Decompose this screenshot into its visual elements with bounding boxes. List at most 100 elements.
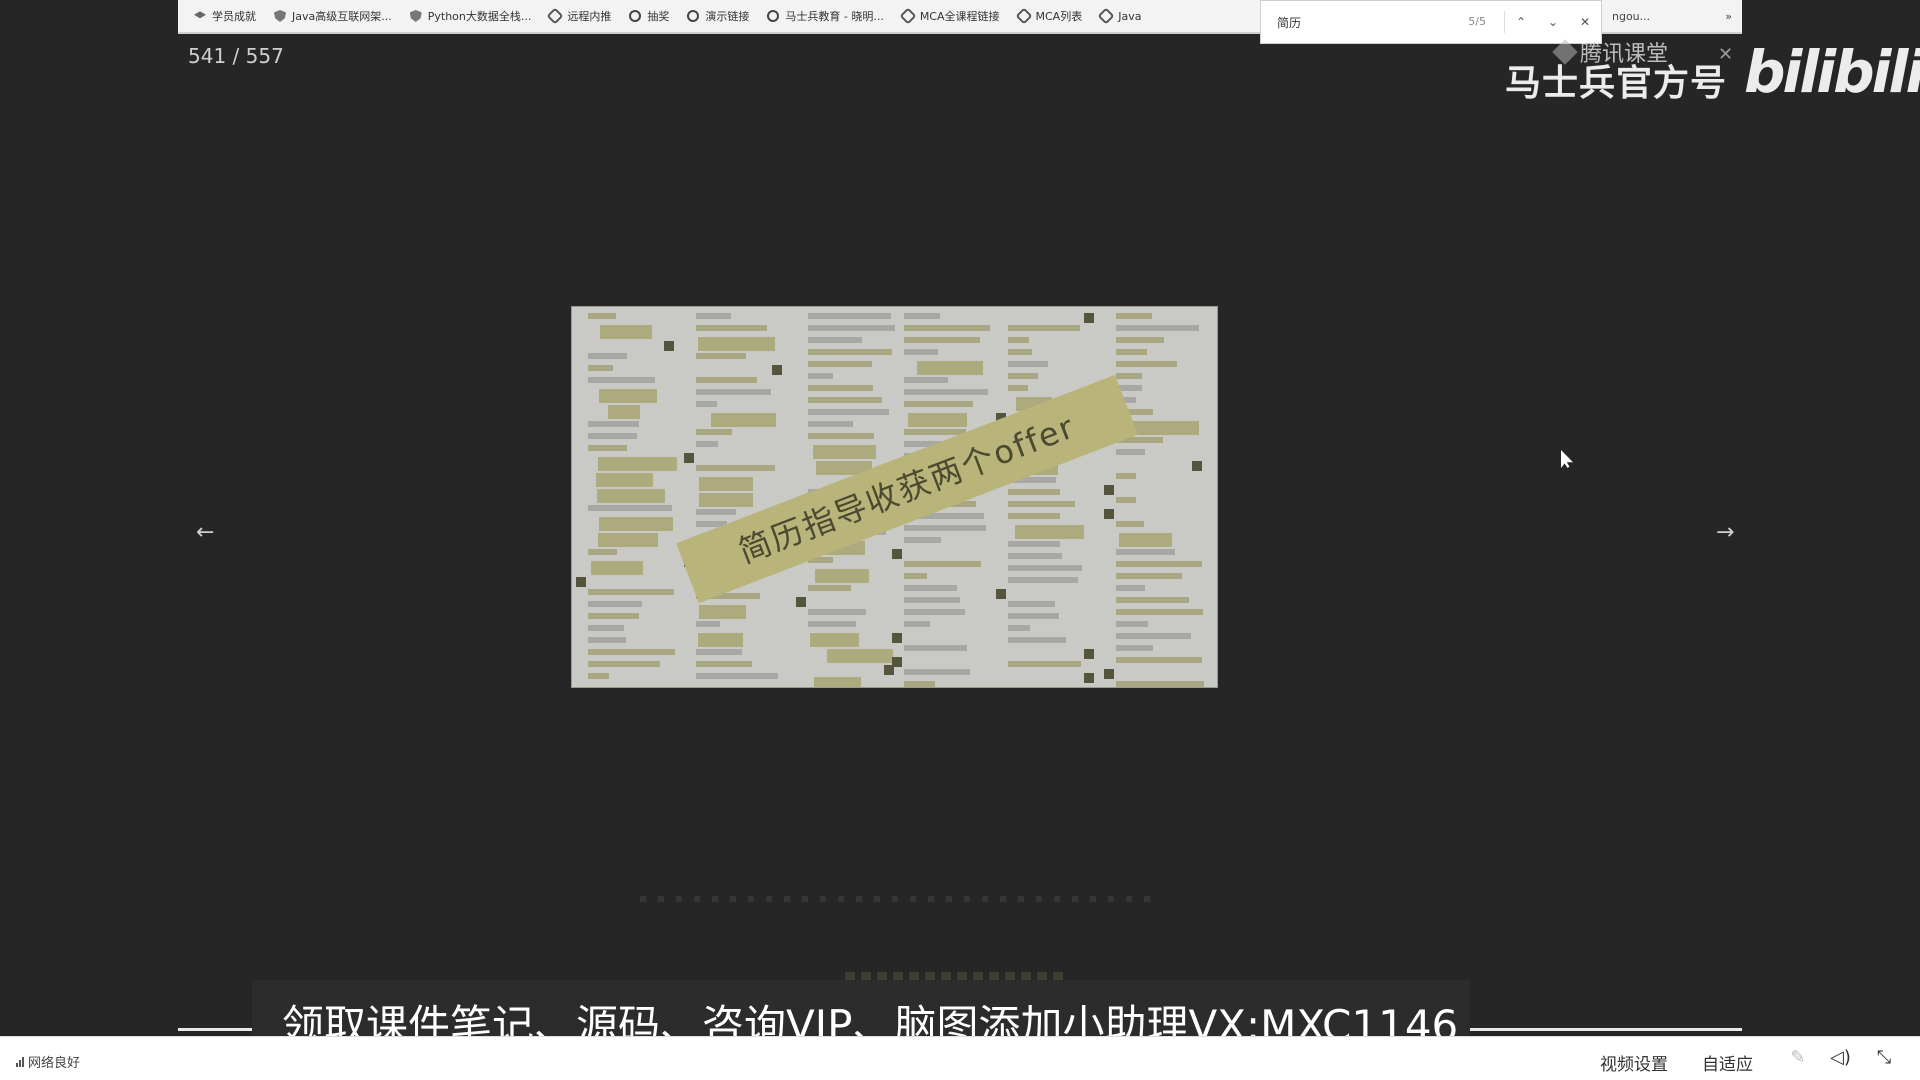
bookmark-item[interactable]: 抽奖 bbox=[629, 8, 669, 24]
chat-text-line bbox=[1116, 337, 1164, 343]
chat-text-line bbox=[696, 673, 778, 679]
chat-text-line bbox=[808, 313, 891, 319]
chat-text-line bbox=[696, 353, 746, 359]
chat-text-line bbox=[904, 377, 948, 383]
exit-fullscreen-icon[interactable]: ⤡ bbox=[1874, 1048, 1894, 1068]
video-settings-button[interactable]: 视频设置 bbox=[1600, 1050, 1668, 1075]
chat-avatar bbox=[892, 657, 902, 667]
chat-bubble bbox=[815, 569, 869, 583]
chat-text-line bbox=[696, 661, 752, 667]
chat-text-line bbox=[588, 377, 655, 383]
chat-avatar bbox=[1104, 509, 1114, 519]
chat-bubble bbox=[698, 633, 743, 647]
faded-caption bbox=[845, 972, 1065, 980]
chat-text-line bbox=[1116, 521, 1144, 527]
chat-avatar bbox=[1084, 673, 1094, 683]
chat-text-line bbox=[808, 373, 833, 379]
chat-avatar bbox=[684, 453, 694, 463]
chat-text-line bbox=[1116, 361, 1177, 367]
bookmark-item[interactable]: Java bbox=[1097, 7, 1141, 25]
chat-text-line bbox=[1008, 661, 1081, 667]
chat-text-line bbox=[808, 397, 882, 403]
chat-text-line bbox=[904, 621, 930, 627]
find-prev-button[interactable]: ⌃ bbox=[1505, 15, 1537, 29]
find-close-button[interactable]: ✕ bbox=[1569, 15, 1601, 29]
bookmark-item[interactable]: 演示链接 bbox=[687, 8, 749, 24]
chat-text-line bbox=[808, 409, 889, 415]
bookmark-item[interactable]: Python大数据全栈... bbox=[409, 8, 531, 24]
chat-text-line bbox=[904, 337, 980, 343]
volume-icon[interactable]: ◁) bbox=[1830, 1048, 1851, 1068]
chat-text-line bbox=[1008, 501, 1075, 507]
chat-bubble bbox=[597, 489, 665, 503]
chat-text-line bbox=[904, 349, 938, 355]
chat-text-line bbox=[904, 681, 935, 687]
chat-text-line bbox=[588, 313, 616, 319]
bookmark-item[interactable]: ngou... bbox=[1612, 10, 1650, 23]
chat-text-line bbox=[904, 597, 960, 603]
chat-text-line bbox=[588, 421, 639, 427]
chat-text-line bbox=[1116, 449, 1145, 455]
chat-avatar bbox=[1192, 461, 1202, 471]
chat-bubble bbox=[699, 477, 753, 491]
chat-bubble bbox=[598, 533, 658, 547]
find-match-count: 5/5 bbox=[1468, 11, 1505, 33]
chat-bubble bbox=[608, 405, 640, 419]
bookmark-item[interactable]: 马士兵教育 - 晓明... bbox=[767, 8, 884, 24]
bookmark-item[interactable]: MCA全课程链接 bbox=[899, 7, 1000, 25]
bookmarks-bar: 学员成就 Java高级互联网架... Python大数据全栈... 远程内推 抽… bbox=[178, 0, 1260, 34]
more-bookmarks-button[interactable]: » bbox=[1725, 10, 1732, 23]
bookmark-item[interactable]: 远程内推 bbox=[546, 7, 611, 25]
chat-bubble bbox=[813, 445, 876, 459]
chat-text-line bbox=[1008, 553, 1062, 559]
chat-text-line bbox=[1116, 313, 1152, 319]
chat-text-line bbox=[1008, 385, 1028, 391]
chat-text-line bbox=[696, 325, 767, 331]
faded-caption bbox=[640, 896, 1160, 902]
bookmark-item[interactable]: 学员成就 bbox=[194, 8, 256, 24]
chat-text-line bbox=[904, 669, 970, 675]
chat-text-line bbox=[1008, 541, 1060, 547]
chat-text-line bbox=[1008, 625, 1030, 631]
chat-text-line bbox=[696, 377, 757, 383]
hat-icon bbox=[194, 11, 206, 19]
chat-bubble bbox=[814, 677, 861, 687]
chat-text-line bbox=[1116, 497, 1136, 503]
chat-text-line bbox=[904, 645, 967, 651]
chat-text-line bbox=[904, 537, 941, 543]
bookmark-item[interactable]: Java高级互联网架... bbox=[274, 8, 392, 24]
chat-text-line bbox=[1008, 361, 1048, 367]
link-icon bbox=[899, 7, 917, 25]
chat-avatar bbox=[892, 549, 902, 559]
chat-bubble bbox=[596, 473, 653, 487]
chat-text-line bbox=[808, 325, 895, 331]
chat-avatar bbox=[664, 341, 674, 351]
chat-text-line bbox=[904, 609, 965, 615]
channel-watermark: 马士兵官方号 bbox=[1505, 63, 1728, 104]
chat-text-line bbox=[588, 637, 626, 643]
chat-text-line bbox=[808, 609, 866, 615]
chat-text-line bbox=[1008, 349, 1032, 355]
chat-text-line bbox=[904, 389, 988, 395]
find-input[interactable]: 简历 bbox=[1261, 14, 1468, 31]
prev-slide-arrow[interactable]: ← bbox=[196, 520, 214, 545]
chat-text-line bbox=[904, 525, 986, 531]
bookmark-item[interactable]: MCA列表 bbox=[1015, 7, 1082, 25]
chat-avatar bbox=[772, 365, 782, 375]
find-next-button[interactable]: ⌄ bbox=[1537, 15, 1569, 29]
chat-bubble bbox=[598, 457, 677, 471]
chat-text-line bbox=[1116, 549, 1175, 555]
auto-fit-button[interactable]: 自适应 bbox=[1702, 1050, 1753, 1075]
globe-icon bbox=[687, 10, 700, 22]
chat-text-line bbox=[904, 313, 940, 319]
next-slide-arrow[interactable]: → bbox=[1716, 520, 1734, 545]
chat-text-line bbox=[808, 385, 873, 391]
bookmarks-tail: ngou... » bbox=[1602, 0, 1742, 34]
chat-bubble bbox=[599, 389, 657, 403]
chat-text-line bbox=[808, 349, 892, 355]
chat-text-line bbox=[1116, 349, 1147, 355]
chat-text-line bbox=[696, 441, 718, 447]
chat-text-line bbox=[1116, 657, 1202, 663]
chat-text-line bbox=[1116, 633, 1191, 639]
mic-off-icon[interactable]: ✎ bbox=[1788, 1048, 1808, 1068]
